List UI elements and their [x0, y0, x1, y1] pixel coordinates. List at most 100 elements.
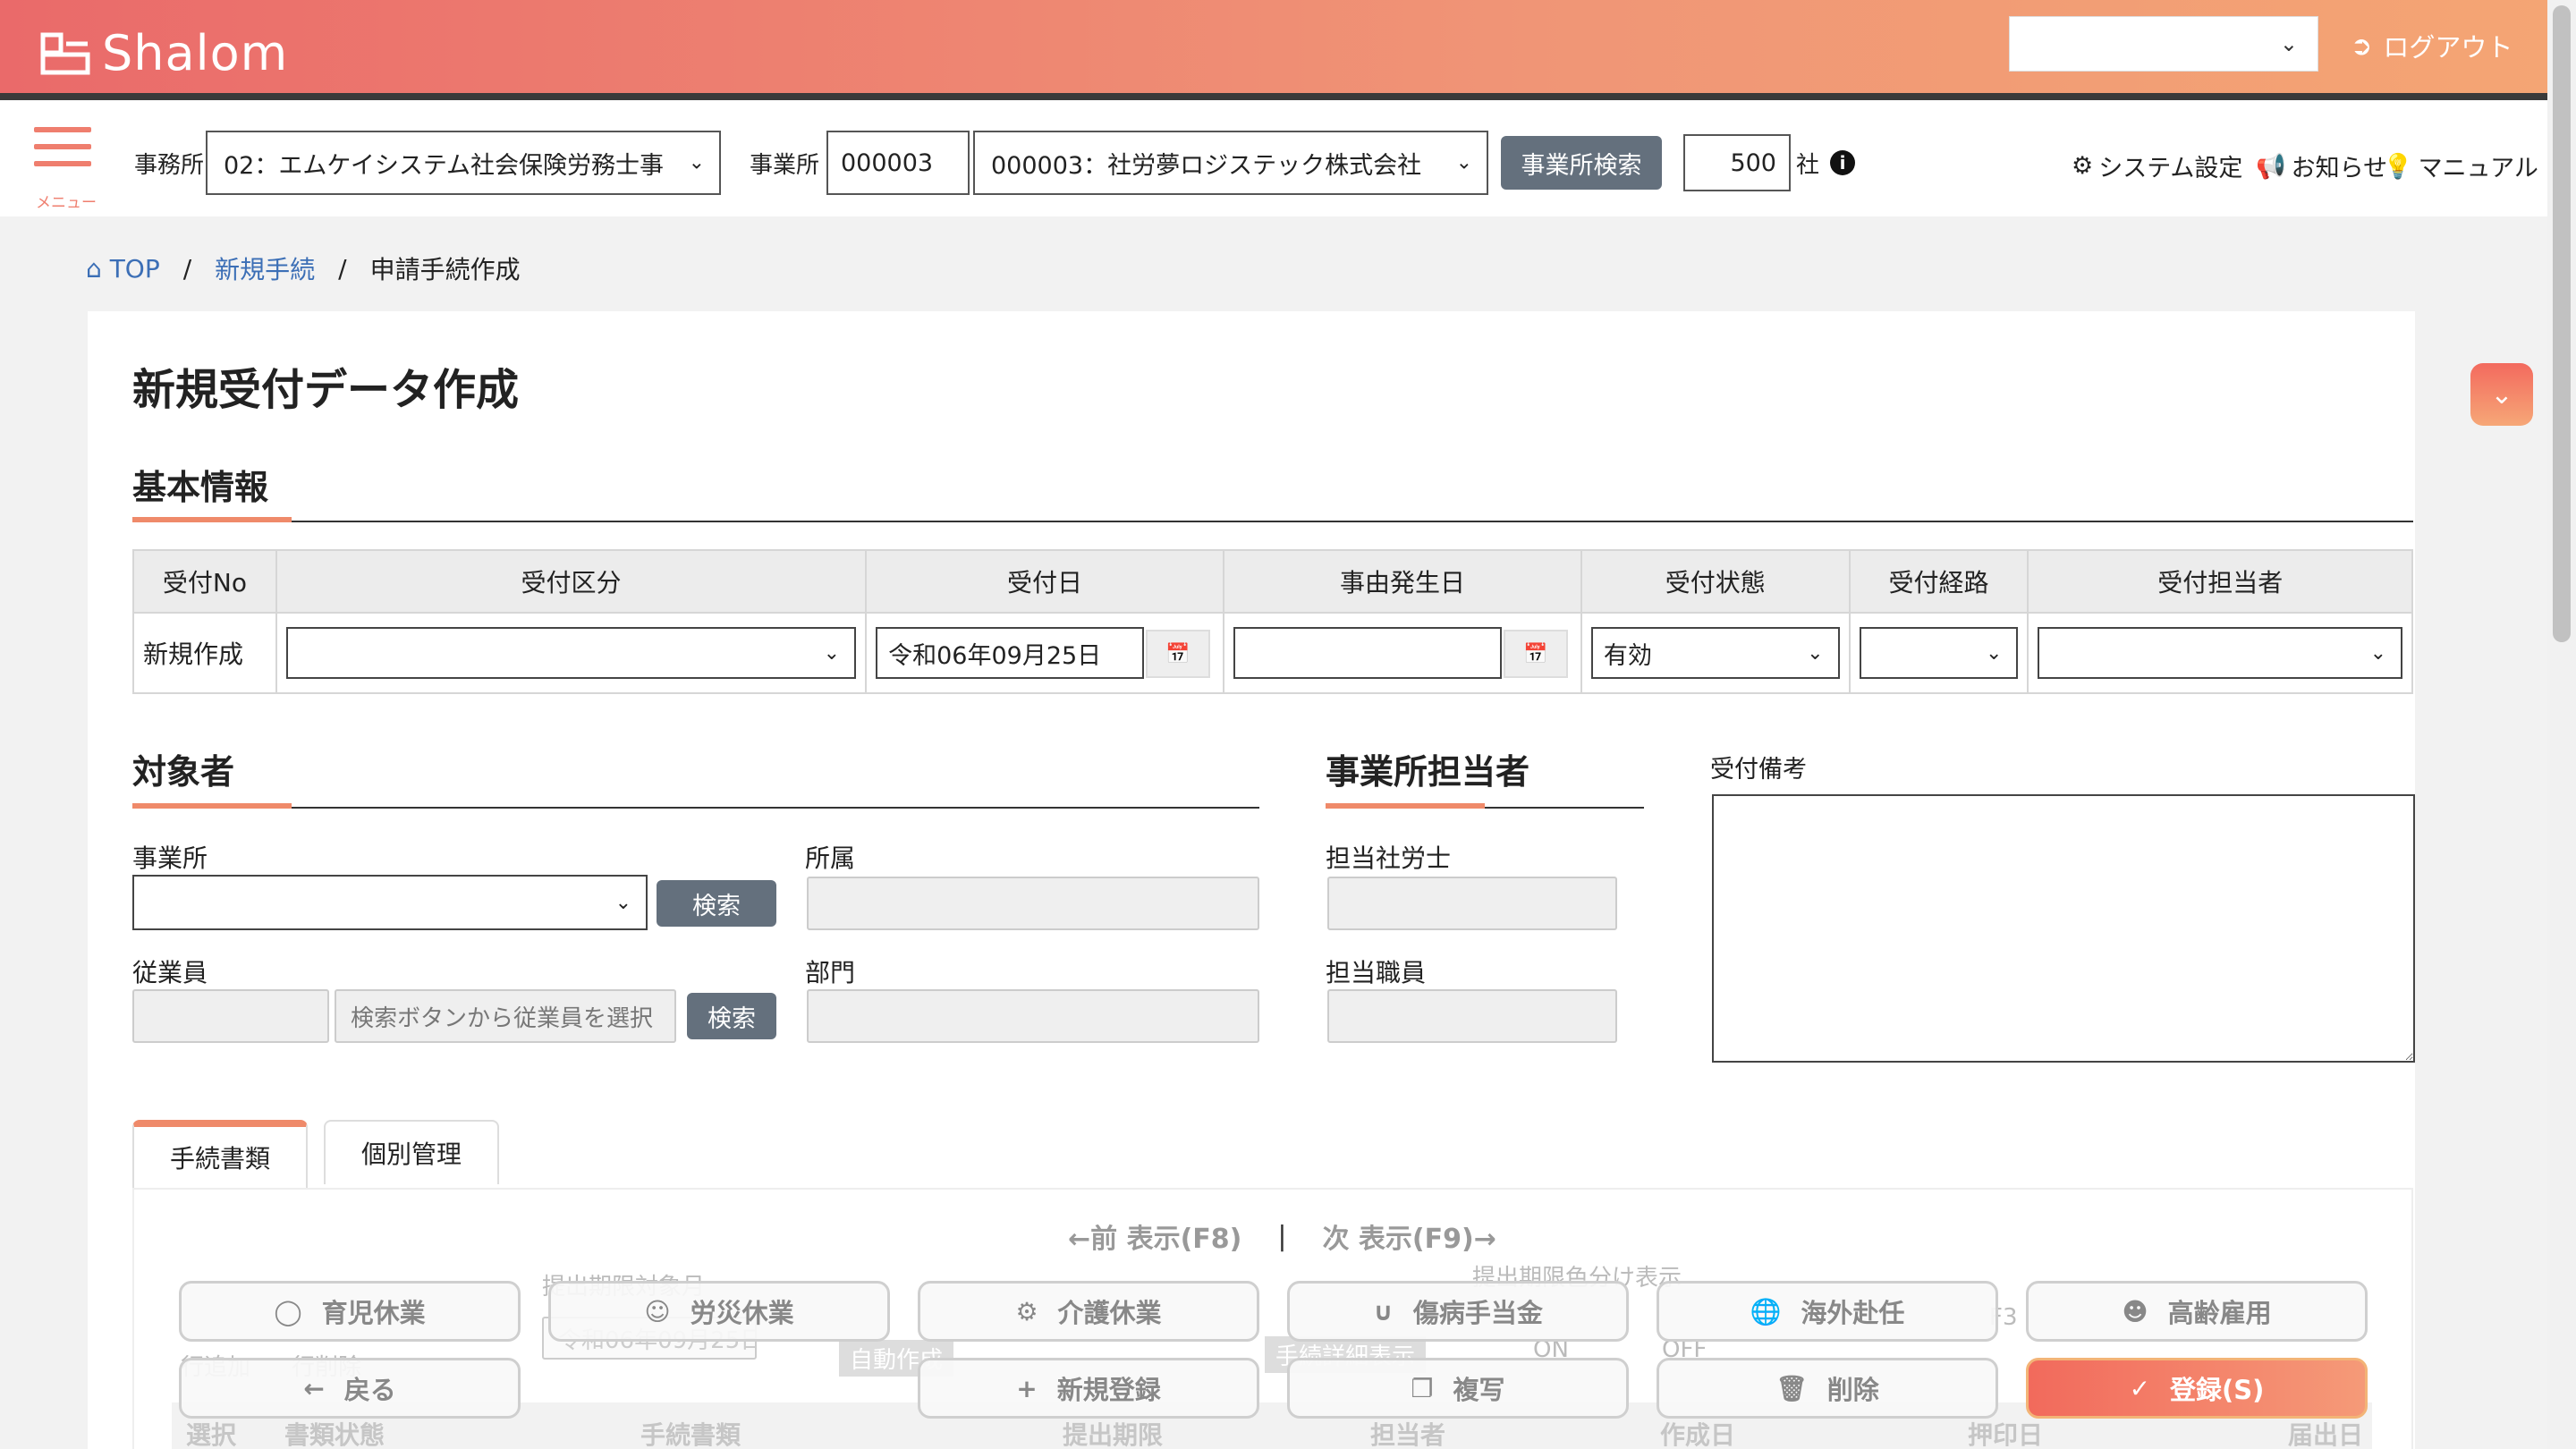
office-select[interactable]: 02：エムケイシステム社会保険労務士事 ⌄ — [206, 131, 721, 195]
home-icon: ⌂ — [86, 253, 102, 284]
remarks-label: 受付備考 — [1710, 756, 1807, 784]
column-header: 受付区分 — [275, 549, 868, 614]
system-settings-link[interactable]: ⚙ システム設定 — [2072, 148, 2242, 183]
page-scrollbar[interactable] — [2547, 0, 2576, 1449]
notices-link[interactable]: 📢 お知らせ — [2256, 148, 2387, 183]
receipt-status-value: 有効 — [1603, 641, 1652, 670]
employee-search-button[interactable]: 検索 — [687, 993, 776, 1039]
column-header: 受付担当者 — [2027, 549, 2413, 614]
new-register-button[interactable]: + 新規登録 — [918, 1358, 1259, 1419]
save-label: 登録(S) — [2170, 1375, 2265, 1405]
manual-link[interactable]: 💡 マニュアル — [2383, 148, 2538, 183]
breadcrumb-top[interactable]: ⌂ TOP — [86, 254, 160, 284]
overseas-assignment-label: 海外赴任 — [1801, 1298, 1905, 1328]
column-header: 受付No — [132, 549, 277, 614]
column-header: 受付経路 — [1848, 549, 2029, 614]
logout-icon: ➲ — [2351, 30, 2373, 61]
site-code-input[interactable]: 000003 — [826, 131, 970, 195]
brand-name: Shalom — [102, 25, 289, 81]
receipt-kubun-select[interactable]: ⌄ — [285, 627, 857, 679]
remarks-textarea[interactable] — [1712, 794, 2415, 1063]
receipt-staff-select[interactable]: ⌄ — [2038, 627, 2402, 679]
childcare-leave-label: 育児休業 — [321, 1298, 426, 1328]
scroll-down-button[interactable]: ⌄ — [2470, 363, 2533, 426]
basic-info-accent — [132, 517, 292, 522]
hamburger-line — [34, 161, 91, 166]
shalom-logo[interactable]: Shalom — [39, 25, 288, 81]
chevron-down-icon: ⌄ — [688, 151, 705, 174]
lightbulb-icon: 💡 — [2383, 152, 2413, 181]
event-date-input[interactable] — [1233, 627, 1502, 679]
header-divider — [0, 93, 2547, 100]
calendar-icon[interactable]: 📅 — [1146, 630, 1211, 678]
column-header: 作成日 — [1660, 1420, 1736, 1449]
baby-carriage-icon: ◯ — [274, 1296, 302, 1326]
basic-info-table: 受付No 受付区分 受付日 事由発生日 受付状態 受付経路 受付担当者 新規作成… — [132, 549, 2413, 694]
elderly-employment-button[interactable]: ☻ 高齢雇用 — [2026, 1281, 2368, 1342]
breadcrumb-top-label: TOP — [109, 253, 160, 284]
sickness-allowance-label: 傷病手当金 — [1412, 1298, 1543, 1328]
sharoushi-field — [1327, 877, 1617, 930]
employee-label: 従業員 — [132, 958, 208, 987]
staff-label: 担当職員 — [1326, 958, 1427, 987]
menu-button[interactable]: メニュー — [34, 127, 97, 212]
hamburger-icon — [34, 127, 91, 132]
pager-separator: | — [1277, 1220, 1287, 1252]
receipt-date-input[interactable]: 令和06年09月25日 — [876, 627, 1145, 679]
shalom-logo-icon — [40, 32, 90, 74]
column-header: 受付日 — [865, 549, 1224, 614]
menu-label: メニュー — [36, 194, 97, 212]
column-header: 提出期限 — [1063, 1420, 1164, 1449]
elderly-employment-label: 高齢雇用 — [2167, 1298, 2272, 1328]
subject-underline — [132, 807, 1259, 809]
prev-page-button[interactable]: ←前 表示(F8) — [1068, 1216, 1241, 1256]
employee-name-field: 検索ボタンから従業員を選択 — [335, 989, 676, 1043]
logout-label: ログアウト — [2383, 32, 2513, 63]
work-injury-leave-button[interactable]: ☺ 労災休業 — [548, 1281, 890, 1342]
receipt-kubun-cell: ⌄ — [275, 612, 868, 694]
pager: ←前 表示(F8) | 次 表示(F9)→ — [1068, 1216, 1496, 1256]
hamburger-line — [34, 144, 91, 149]
column-header: 手続書類 — [640, 1420, 741, 1449]
site-search-button[interactable]: 事業所検索 — [1501, 136, 1662, 190]
check-icon: ✓ — [2129, 1373, 2151, 1403]
receipt-status-select[interactable]: 有効 ⌄ — [1590, 627, 1840, 679]
childcare-leave-button[interactable]: ◯ 育児休業 — [179, 1281, 521, 1342]
header-select[interactable]: ⌄ — [2009, 16, 2318, 72]
company-count-input[interactable]: 500 — [1683, 134, 1791, 191]
receipt-staff-cell: ⌄ — [2027, 612, 2413, 694]
scrollbar-thumb[interactable] — [2553, 5, 2571, 642]
main-card: 新規受付データ作成 基本情報 受付No 受付区分 受付日 事由発生日 受付状態 … — [88, 311, 2415, 1449]
office-select-value: 02：エムケイシステム社会保険労務士事 — [224, 151, 665, 180]
chevron-down-icon: ⌄ — [823, 641, 841, 665]
save-button[interactable]: ✓ 登録(S) — [2026, 1358, 2368, 1419]
new-register-label: 新規登録 — [1056, 1375, 1161, 1405]
nursing-leave-button[interactable]: ⚙ 介護休業 — [918, 1281, 1259, 1342]
breadcrumb-new-procedure[interactable]: 新規手続 — [215, 250, 315, 286]
event-date-cell: 📅 — [1223, 612, 1582, 694]
subject-site-select[interactable]: ⌄ — [132, 875, 648, 930]
delete-button[interactable]: 🗑 削除 — [1657, 1358, 1998, 1419]
next-page-button[interactable]: 次 表示(F9)→ — [1322, 1216, 1496, 1256]
subject-site-search-button[interactable]: 検索 — [657, 880, 776, 927]
office-label: 事務所 — [134, 152, 205, 179]
chevron-down-icon: ⌄ — [2369, 641, 2386, 665]
overseas-assignment-button[interactable]: 🌐 海外赴任 — [1657, 1281, 1998, 1342]
tab-individual-management[interactable]: 個別管理 — [324, 1120, 499, 1184]
plus-icon: + — [1016, 1373, 1038, 1403]
column-header: 事由発生日 — [1223, 549, 1582, 614]
tab-procedure-docs[interactable]: 手続書類 — [132, 1120, 308, 1188]
copy-button[interactable]: ❐ 複写 — [1287, 1358, 1629, 1419]
sickness-allowance-button[interactable]: ∪ 傷病手当金 — [1287, 1281, 1629, 1342]
column-header: 担当者 — [1370, 1420, 1446, 1449]
calendar-icon[interactable]: 📅 — [1504, 630, 1568, 678]
logout-link[interactable]: ➲ ログアウト — [2351, 27, 2512, 64]
column-header: 書類状態 — [284, 1420, 386, 1449]
receipt-route-select[interactable]: ⌄ — [1859, 627, 2019, 679]
back-button[interactable]: ← 戻る — [179, 1358, 521, 1419]
department-label: 部門 — [805, 958, 856, 987]
chevron-down-icon: ⌄ — [1455, 151, 1472, 174]
affiliation-field — [807, 877, 1259, 930]
info-icon[interactable]: i — [1830, 150, 1855, 175]
site-select[interactable]: 000003：社労夢ロジステック株式会社 ⌄ — [973, 131, 1488, 195]
